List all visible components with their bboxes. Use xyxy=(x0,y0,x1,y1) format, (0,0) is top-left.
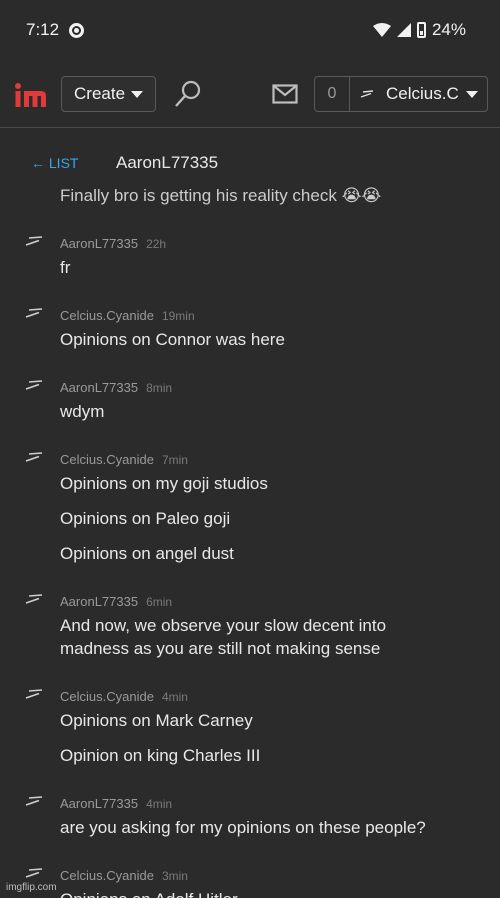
message-text: are you asking for my opinions on these … xyxy=(60,818,426,837)
message-text: Opinions on Adolf Hitler xyxy=(60,888,480,898)
user-avatar-icon xyxy=(25,236,43,246)
message-text: fr xyxy=(60,258,71,277)
notification-count-button[interactable]: 0 xyxy=(314,76,350,112)
battery-icon xyxy=(416,22,426,38)
message-time: 6min xyxy=(146,595,173,609)
user-avatar-icon xyxy=(360,90,374,98)
chevron-down-icon xyxy=(131,90,144,98)
user-avatar-icon xyxy=(25,594,43,604)
message-author[interactable]: Celcius.Cyanide xyxy=(60,868,154,883)
user-avatar-icon xyxy=(25,452,43,462)
imgflip-watermark: imgflip.com xyxy=(6,882,57,893)
status-time: 7:12 xyxy=(26,20,60,39)
message-text: Finally bro is getting his reality check… xyxy=(60,186,382,205)
wifi-icon xyxy=(372,23,391,37)
message-author[interactable]: AaronL77335 xyxy=(60,380,138,395)
user-avatar-icon xyxy=(25,868,43,878)
status-indicators: 24% xyxy=(372,20,466,40)
message-text: Opinions on Connor was here xyxy=(60,330,285,349)
message-author[interactable]: Celcius.Cyanide xyxy=(60,452,154,467)
message-text: wdym xyxy=(60,402,105,421)
username-label: Celcius.C xyxy=(386,84,459,103)
user-avatar-icon xyxy=(25,308,43,318)
message-author[interactable]: AaronL77335 xyxy=(60,236,138,251)
create-button-label: Create xyxy=(74,84,126,103)
chrome-icon xyxy=(69,23,84,38)
message-time: 4min xyxy=(161,690,188,704)
mail-icon[interactable] xyxy=(272,84,298,104)
message-author[interactable]: AaronL77335 xyxy=(60,594,138,609)
message-author[interactable]: Celcius.Cyanide xyxy=(60,308,154,323)
search-icon[interactable] xyxy=(174,80,202,108)
message-time: 19min xyxy=(161,309,195,323)
signal-icon xyxy=(396,23,411,37)
chevron-down-icon xyxy=(466,90,478,98)
message-time: 3min xyxy=(161,869,188,883)
message-author[interactable]: Celcius.Cyanide xyxy=(60,689,154,704)
battery-level: 24% xyxy=(431,20,466,39)
message-text: Opinions on angel dust xyxy=(60,544,234,563)
message-text: Opinions on my goji studios xyxy=(60,474,268,493)
app-header: Create 0 Celcius.C xyxy=(0,62,500,128)
conversation-title: AaronL77335 xyxy=(116,153,219,172)
message-text: Opinions on Paleo goji xyxy=(60,509,231,528)
imgflip-logo-icon[interactable] xyxy=(14,82,48,108)
message-time: 22h xyxy=(146,237,167,251)
message-time: 8min xyxy=(146,381,173,395)
create-button[interactable]: Create xyxy=(61,76,156,112)
message-text: Opinion on king Charles III xyxy=(60,746,261,765)
user-avatar-icon xyxy=(25,796,43,806)
user-avatar-icon xyxy=(25,689,43,699)
message-text: And now, we observe your slow decent int… xyxy=(60,616,387,635)
status-bar: 7:12 24% xyxy=(0,0,500,62)
back-to-list-link[interactable]: ← LIST xyxy=(31,155,78,171)
message-author[interactable]: AaronL77335 xyxy=(60,796,138,811)
user-avatar-icon xyxy=(25,380,43,390)
message-text: Opinions on Mark Carney xyxy=(60,711,253,730)
user-menu-button[interactable]: Celcius.C xyxy=(349,76,488,112)
message-time: 4min xyxy=(146,797,173,811)
message-text: madness as you are still not making sens… xyxy=(60,639,381,658)
message-list[interactable]: Finally bro is getting his reality check… xyxy=(0,180,500,898)
message-time: 7min xyxy=(161,453,188,467)
